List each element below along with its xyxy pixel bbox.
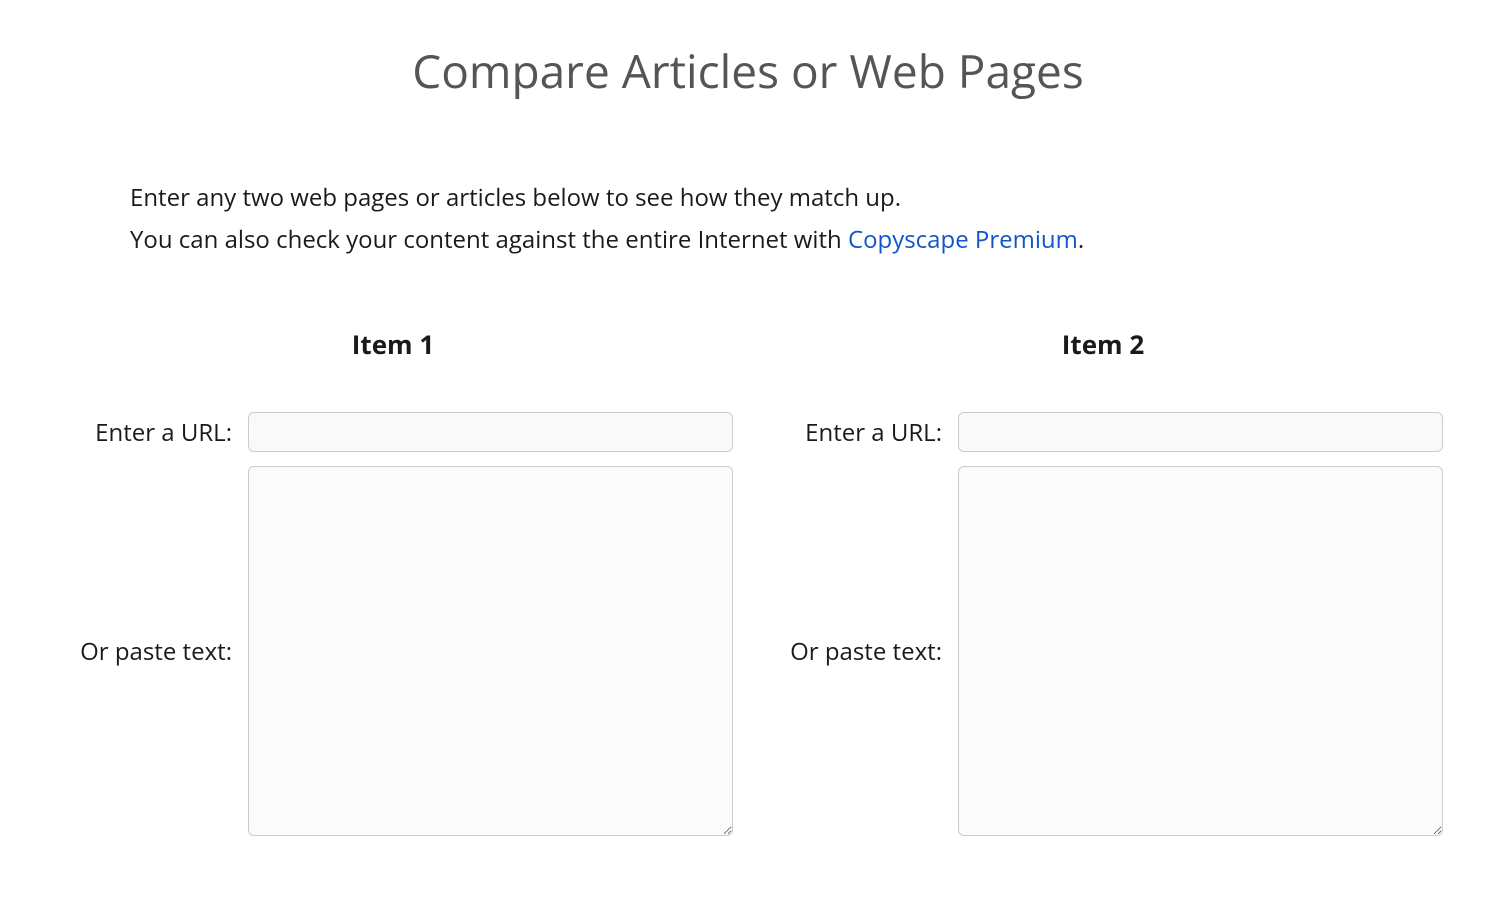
copyscape-premium-link[interactable]: Copyscape Premium [848, 223, 1078, 256]
item-2-text-row: Or paste text: [763, 466, 1443, 836]
page-container: Compare Articles or Web Pages Enter any … [0, 0, 1496, 850]
item-1-text-area[interactable] [248, 466, 733, 836]
item-1-column: Item 1 Enter a URL: Or paste text: [53, 326, 733, 850]
item-1-text-label: Or paste text: [53, 635, 248, 668]
intro-line-2-prefix: You can also check your content against … [130, 223, 848, 256]
intro-section: Enter any two web pages or articles belo… [130, 177, 1496, 261]
page-title: Compare Articles or Web Pages [0, 40, 1496, 102]
item-2-heading: Item 2 [763, 326, 1443, 362]
item-2-url-input[interactable] [958, 412, 1443, 452]
item-1-text-row: Or paste text: [53, 466, 733, 836]
item-2-text-label: Or paste text: [763, 635, 958, 668]
item-2-url-row: Enter a URL: [763, 412, 1443, 452]
item-1-url-row: Enter a URL: [53, 412, 733, 452]
item-2-text-area[interactable] [958, 466, 1443, 836]
compare-columns: Item 1 Enter a URL: Or paste text: Item … [0, 326, 1496, 850]
intro-line-2-suffix: . [1078, 223, 1084, 256]
intro-line-1: Enter any two web pages or articles belo… [130, 177, 1496, 219]
item-1-heading: Item 1 [53, 326, 733, 362]
item-2-column: Item 2 Enter a URL: Or paste text: [763, 326, 1443, 850]
item-1-url-label: Enter a URL: [53, 416, 248, 449]
intro-line-2: You can also check your content against … [130, 219, 1496, 261]
item-1-url-input[interactable] [248, 412, 733, 452]
item-2-url-label: Enter a URL: [763, 416, 958, 449]
